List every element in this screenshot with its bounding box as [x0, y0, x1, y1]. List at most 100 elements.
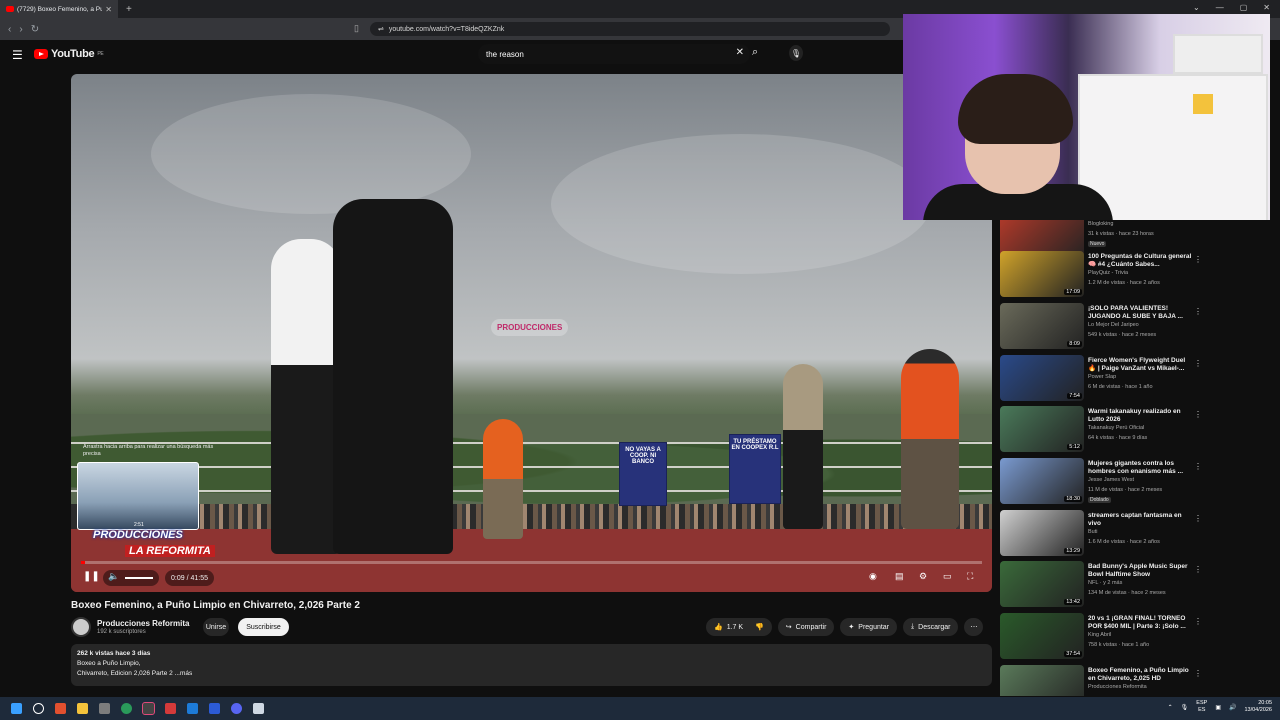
join-button[interactable]: Unirse: [203, 618, 229, 636]
recommendation-channel[interactable]: Takanakuy Perú Oficial: [1088, 425, 1144, 431]
new-tab-icon[interactable]: +: [126, 4, 132, 15]
file-explorer-icon[interactable]: [77, 703, 88, 714]
bookmark-icon[interactable]: ▯: [354, 23, 359, 34]
subtitles-icon[interactable]: ▤: [895, 571, 904, 582]
search-input[interactable]: [486, 49, 726, 59]
chevron-up-icon[interactable]: ⌃: [1168, 704, 1173, 711]
recommendation-item[interactable]: 17:09 100 Preguntas de Cultura general 🧠 …: [1000, 251, 1270, 299]
recommendation-item[interactable]: 8:09 ¡SOLO PARA VALIENTES! JUGANDO AL SUB…: [1000, 303, 1270, 351]
recommendation-thumbnail[interactable]: 13:42: [1000, 561, 1084, 607]
channel-avatar[interactable]: [71, 617, 91, 637]
recommendation-channel[interactable]: King Abril: [1088, 632, 1111, 638]
brave-browser-icon[interactable]: [55, 703, 66, 714]
video-player[interactable]: NO VAYAS A COOP. NI BANCO TU PRÉSTAMO EN…: [71, 74, 992, 592]
recommendation-channel[interactable]: Power Slap: [1088, 374, 1116, 380]
fullscreen-icon[interactable]: ⛶: [967, 571, 973, 582]
volume-icon[interactable]: 🔊: [1229, 704, 1236, 711]
site-info-icon[interactable]: ⇌: [378, 25, 384, 33]
recommendation-title[interactable]: streamers captan fantasma en vivo: [1088, 512, 1192, 528]
app-icon[interactable]: [121, 703, 132, 714]
minimize-icon[interactable]: —: [1216, 3, 1224, 12]
volume-control[interactable]: 🔈: [103, 570, 159, 586]
recommendation-item[interactable]: 18:30 Mujeres gigantes contra los hombres…: [1000, 458, 1270, 506]
app-icon[interactable]: [165, 703, 176, 714]
recommendation-title[interactable]: Fierce Women's Flyweight Duel 🔥 | Paige …: [1088, 357, 1192, 373]
more-vertical-icon[interactable]: ⋮: [1194, 514, 1202, 523]
recommendation-title[interactable]: Mujeres gigantes contra los hombres con …: [1088, 460, 1192, 476]
recommendation-title[interactable]: Warmi takanakuy realizado en Lutto 2026: [1088, 408, 1192, 424]
recommendation-channel[interactable]: Producciones Reformita: [1088, 684, 1147, 690]
recommendation-title[interactable]: ¡SOLO PARA VALIENTES! JUGANDO AL SUBE Y …: [1088, 305, 1192, 321]
subscribe-button[interactable]: Suscribirse: [238, 618, 289, 636]
progress-bar[interactable]: [81, 561, 982, 564]
clear-search-icon[interactable]: ✕: [736, 47, 744, 58]
recommendation-channel[interactable]: NFL · y 2 más: [1088, 580, 1122, 586]
clock[interactable]: 20:05 13/04/2026: [1244, 700, 1272, 714]
volume-slider[interactable]: [125, 577, 153, 579]
microphone-icon[interactable]: 🎙: [789, 45, 803, 61]
more-vertical-icon[interactable]: ⋮: [1194, 410, 1202, 419]
recommendation-thumbnail[interactable]: 37:54: [1000, 613, 1084, 659]
recommendation-title[interactable]: Boxeo Femenino, a Puño Limpio en Chivarr…: [1088, 667, 1192, 683]
download-button[interactable]: ⤓ Descargar: [903, 618, 959, 636]
more-vertical-icon[interactable]: ⋮: [1194, 669, 1202, 678]
menu-icon[interactable]: ☰: [12, 48, 23, 62]
close-tab-icon[interactable]: ✕: [105, 5, 112, 14]
recommendation-item[interactable]: 13:29 streamers captan fantasma en vivo Bu…: [1000, 510, 1270, 558]
language-indicator[interactable]: ESP ES: [1196, 700, 1207, 714]
ask-button[interactable]: ✦ Preguntar: [840, 618, 898, 636]
recommendation-channel[interactable]: PlayQuiz - Trivia: [1088, 270, 1128, 276]
network-icon[interactable]: ▣: [1215, 704, 1221, 711]
obs-icon[interactable]: [142, 702, 155, 715]
discord-icon[interactable]: [231, 703, 242, 714]
recommendation-item[interactable]: 7:54 Fierce Women's Flyweight Duel 🔥 | Pa…: [1000, 355, 1270, 403]
more-vertical-icon[interactable]: ⋮: [1194, 359, 1202, 368]
recommendation-thumbnail[interactable]: 13:29: [1000, 510, 1084, 556]
more-vertical-icon[interactable]: ⋮: [1194, 462, 1202, 471]
youtube-logo[interactable]: YouTube PE: [34, 48, 104, 60]
recommendation-title[interactable]: 100 Preguntas de Cultura general 🧠 #4 ¿C…: [1088, 253, 1192, 269]
more-vertical-icon[interactable]: ⋮: [1194, 565, 1202, 574]
browser-tab[interactable]: (7729) Boxeo Femenino, a Pu ✕: [0, 0, 118, 18]
thumbs-up-icon[interactable]: 👍: [714, 623, 723, 631]
pause-icon[interactable]: ❚❚: [83, 571, 100, 582]
theater-mode-icon[interactable]: ▭: [943, 571, 952, 582]
recommendation-channel[interactable]: Buti: [1088, 529, 1097, 535]
thumbs-down-icon[interactable]: 👎: [755, 623, 764, 631]
volume-icon[interactable]: 🔈: [108, 571, 119, 582]
recommendation-thumbnail[interactable]: 17:09: [1000, 251, 1084, 297]
recommendation-thumbnail[interactable]: 18:30: [1000, 458, 1084, 504]
recommendation-item[interactable]: Boxeo Femenino, a Puño Limpio en Chivarr…: [1000, 665, 1270, 696]
recommendation-item[interactable]: 5:12 Warmi takanakuy realizado en Lutto 2…: [1000, 406, 1270, 454]
more-vertical-icon[interactable]: ⋮: [1194, 255, 1202, 264]
app-icon[interactable]: [253, 703, 264, 714]
recommendation-title[interactable]: 20 vs 1 ¡GRAN FINAL! TORNEO POR $400 MIL…: [1088, 615, 1192, 631]
video-description[interactable]: 262 k vistas hace 3 días Boxeo a Puño Li…: [71, 644, 992, 686]
microphone-icon[interactable]: 🎙: [1181, 704, 1189, 711]
back-icon[interactable]: ‹: [8, 24, 11, 35]
like-dislike-button[interactable]: 👍 1.7 K 👎: [706, 618, 772, 636]
autoplay-toggle-icon[interactable]: ◉: [869, 571, 877, 582]
settings-gear-icon[interactable]: ⚙: [919, 571, 927, 582]
forward-icon[interactable]: ›: [19, 24, 22, 35]
more-vertical-icon[interactable]: ⋮: [1194, 617, 1202, 626]
recommendation-thumbnail[interactable]: 5:12: [1000, 406, 1084, 452]
recommendation-item[interactable]: 13:42 Bad Bunny's Apple Music Super Bowl …: [1000, 561, 1270, 609]
app-icon[interactable]: [99, 703, 110, 714]
app-icon[interactable]: [209, 703, 220, 714]
reload-icon[interactable]: ↻: [31, 24, 39, 35]
address-bar[interactable]: ⇌ youtube.com/watch?v=T8ideQZKZnk: [370, 22, 890, 36]
share-button[interactable]: ↪ Compartir: [777, 618, 835, 636]
search-icon[interactable]: ⌕: [752, 46, 758, 59]
recommendation-thumbnail[interactable]: [1000, 665, 1084, 696]
recommendation-title[interactable]: Bad Bunny's Apple Music Super Bowl Halft…: [1088, 563, 1192, 579]
recommendation-thumbnail[interactable]: 7:54: [1000, 355, 1084, 401]
recommendation-channel[interactable]: Jesse James West: [1088, 477, 1134, 483]
close-window-icon[interactable]: ✕: [1263, 3, 1270, 12]
more-actions-button[interactable]: ⋯: [964, 618, 984, 636]
search-icon[interactable]: [33, 703, 44, 714]
maximize-icon[interactable]: ▢: [1240, 3, 1248, 12]
recommendation-channel[interactable]: Lo Mejor Del Jaripeo: [1088, 322, 1139, 328]
chevron-down-icon[interactable]: ⌄: [1193, 3, 1200, 12]
more-vertical-icon[interactable]: ⋮: [1194, 307, 1202, 316]
